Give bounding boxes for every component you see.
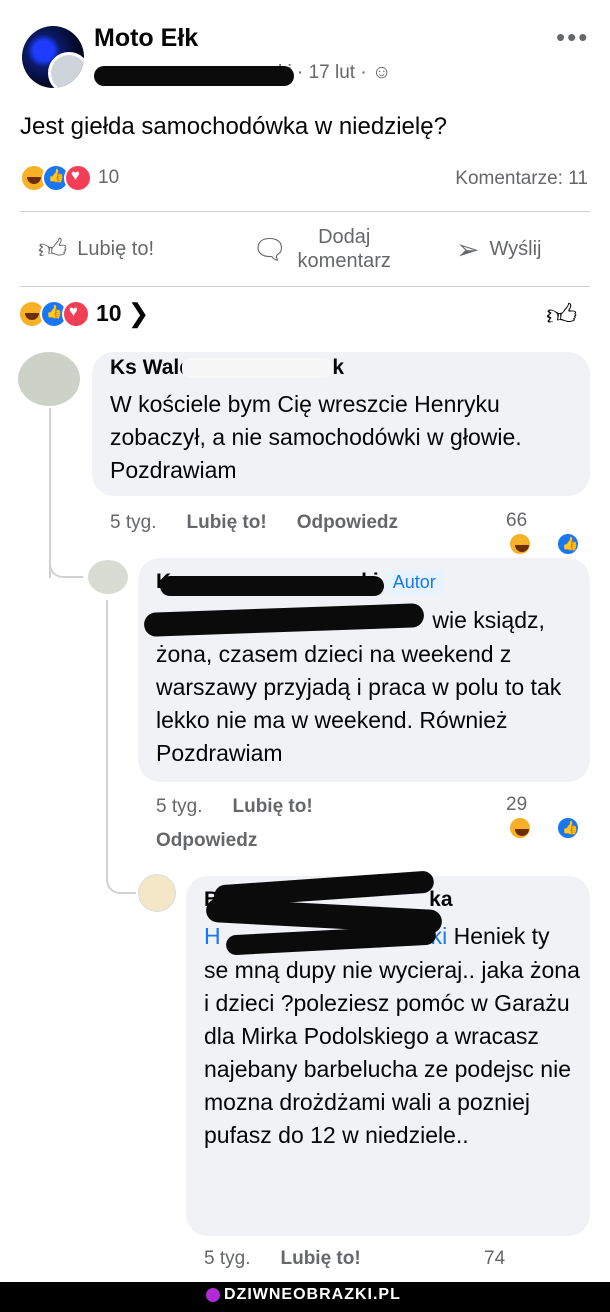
comment-time: 5 tyg. — [204, 1248, 251, 1269]
redaction-scribble — [160, 576, 384, 596]
thumbs-up-icon: 👍︎ — [38, 233, 68, 264]
comment-reactions[interactable]: 29 — [506, 794, 610, 840]
comment-text-start: wie ksiądz, — [426, 607, 545, 633]
divider — [20, 211, 590, 212]
send-button-label: Wyślij — [489, 237, 542, 260]
like-button[interactable]: 👍︎ Lubię to! — [38, 224, 154, 274]
comment-button[interactable]: 🗨︎ Dodaj komentarz — [252, 224, 391, 274]
reply-connector — [49, 540, 83, 578]
like-reaction-icon — [556, 816, 580, 840]
avatar[interactable] — [88, 560, 128, 594]
comment-text: W kościele bym Cię wreszcie Henryku zoba… — [110, 391, 522, 483]
comment-reaction-count[interactable]: 74 — [484, 1248, 505, 1270]
love-reaction-icon — [62, 299, 90, 328]
comment-text: se mną dupy nie wycieraj.. jaka żona i d… — [204, 957, 580, 1148]
comment-like-link[interactable]: Lubię to! — [280, 1248, 360, 1269]
comment-text-start: Heniek ty — [447, 923, 550, 949]
comment-reply-link[interactable]: Odpowiedz — [156, 830, 257, 852]
avatar[interactable] — [138, 874, 176, 912]
comment-reply-link[interactable]: Odpowiedz — [297, 512, 398, 533]
author-name-suffix: k — [332, 356, 345, 379]
comment-actions: 5 tyg. Lubię to! Odpowiedz — [110, 512, 428, 534]
comment-actions: 5 tyg. Lubię to! — [156, 796, 343, 818]
haha-reaction-icon — [508, 532, 532, 556]
comment-icon: 🗨︎ — [252, 233, 288, 265]
post-text: Jest giełda samochodówka w niedzielę? — [20, 113, 447, 140]
author-name-suffix: ka — [429, 888, 453, 911]
post-meta-text: ki · 17 lut · ☺ — [278, 62, 392, 83]
comment-bubble[interactable]: Ks Waldem k W kościele bym Cię wreszcie H… — [92, 352, 590, 496]
thread-line — [106, 600, 108, 882]
reply-connector — [106, 862, 136, 894]
watermark: DZIWNEOBRAZKI.PL — [206, 1286, 401, 1304]
group-name[interactable]: Moto Ełk — [94, 24, 198, 53]
reactions-summary-bar[interactable]: 10❯ — [18, 298, 149, 329]
comment-reactions[interactable]: 66 — [506, 510, 610, 556]
comment-like-link[interactable]: Lubię to! — [232, 796, 312, 817]
like-button-label: Lubię to! — [77, 237, 154, 260]
user-avatar[interactable] — [48, 52, 84, 88]
divider — [20, 286, 590, 287]
group-avatar[interactable] — [22, 26, 84, 88]
avatar[interactable] — [18, 352, 80, 406]
love-reaction-icon — [64, 164, 92, 192]
comment-time: 5 tyg. — [110, 512, 157, 533]
comment-time: 5 tyg. — [156, 796, 203, 817]
comment-actions: 5 tyg. Lubię to! — [204, 1248, 391, 1270]
comment-label-line2: komentarz — [297, 250, 391, 272]
more-options-icon[interactable]: ••• — [556, 22, 589, 53]
author-badge: Autor — [384, 570, 444, 595]
comment-button-label: Dodaj komentarz — [298, 225, 391, 273]
comment-label-line1: Dodaj — [318, 226, 371, 248]
watermark-logo-icon — [206, 1287, 220, 1302]
comment-like-link[interactable]: Lubię to! — [186, 512, 266, 533]
send-icon: ➢ — [456, 233, 480, 265]
comment-reaction-count: 66 — [506, 510, 528, 531]
reaction-count: 10 — [98, 167, 120, 188]
mention-link[interactable]: H — [204, 923, 221, 949]
send-button[interactable]: ➢ Wyślij — [456, 224, 542, 274]
comment-reaction-count: 29 — [506, 794, 528, 815]
like-reaction-icon — [556, 532, 580, 556]
comment-text: żona, czasem dzieci na weekend z warszaw… — [156, 641, 562, 766]
comments-count[interactable]: Komentarze: 11 — [455, 168, 588, 190]
redaction-blur — [182, 358, 332, 378]
redaction-scribble — [94, 66, 294, 86]
watermark-text: DZIWNEOBRAZKI.PL — [224, 1286, 401, 1303]
reactions-summary[interactable]: 10 — [20, 164, 119, 194]
haha-reaction-icon — [508, 816, 532, 840]
reaction-count: 10 — [96, 300, 122, 326]
like-outline-icon[interactable]: 👍︎ — [546, 298, 577, 334]
chevron-right-icon: ❯ — [127, 298, 150, 328]
